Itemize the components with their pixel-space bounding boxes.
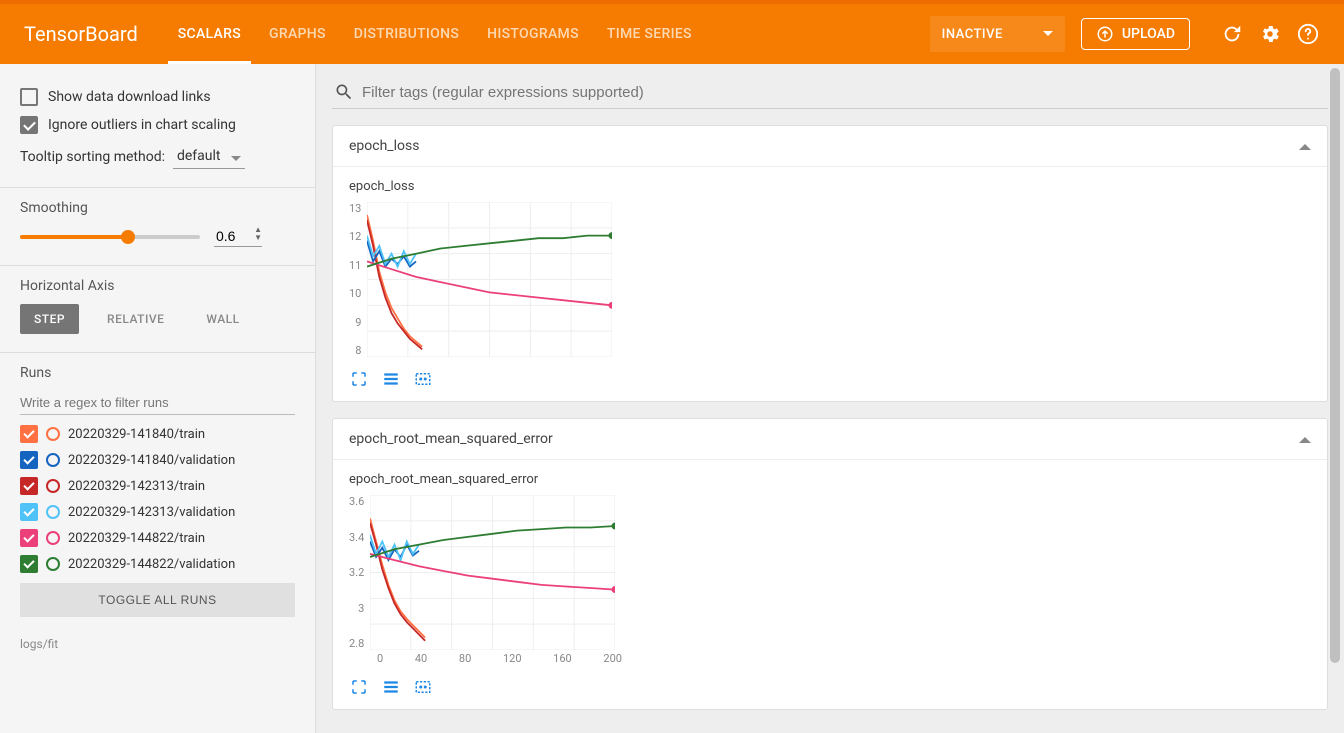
sidebar: Show data download links Ignore outliers… xyxy=(0,64,316,733)
run-row[interactable]: 20220329-144822/validation xyxy=(20,551,295,577)
card-actions xyxy=(333,365,1327,401)
chart-title: epoch_loss xyxy=(349,179,1311,194)
show-download-links-checkbox[interactable]: Show data download links xyxy=(20,88,295,106)
run-color-swatch xyxy=(46,531,60,545)
run-row[interactable]: 20220329-141840/train xyxy=(20,421,295,447)
run-color-swatch xyxy=(46,479,60,493)
run-name: 20220329-142313/train xyxy=(68,479,205,494)
run-row[interactable]: 20220329-141840/validation xyxy=(20,447,295,473)
chart-title: epoch_root_mean_squared_error xyxy=(349,472,1311,487)
chart-svg xyxy=(367,202,612,357)
run-color-swatch xyxy=(46,505,60,519)
run-name: 20220329-142313/validation xyxy=(68,505,235,520)
smoothing-label: Smoothing xyxy=(20,200,295,216)
run-row[interactable]: 20220329-142313/validation xyxy=(20,499,295,525)
fullscreen-button[interactable] xyxy=(349,369,369,389)
runs-filter-input[interactable] xyxy=(20,391,295,415)
run-name: 20220329-144822/validation xyxy=(68,557,235,572)
chart-plot[interactable] xyxy=(367,202,612,357)
card-header[interactable]: epoch_loss xyxy=(333,126,1327,167)
run-name: 20220329-141840/train xyxy=(68,427,205,442)
horizontal-axis-group: STEP RELATIVE WALL xyxy=(20,304,295,334)
run-name: 20220329-144822/train xyxy=(68,531,205,546)
toggle-all-runs-button[interactable]: TOGGLE ALL RUNS xyxy=(20,583,295,617)
toggle-y-axis-button[interactable] xyxy=(381,677,401,697)
logdir-label: logs/fit xyxy=(0,631,315,657)
chevron-up-icon xyxy=(1299,138,1311,150)
y-axis-labels: 3.63.43.232.8 xyxy=(349,495,364,650)
tab-histograms[interactable]: HISTOGRAMS xyxy=(487,4,579,64)
run-checkbox[interactable] xyxy=(20,555,38,573)
scalar-card: epoch_loss epoch_loss 1312111098 xyxy=(332,125,1328,402)
scrollbar[interactable] xyxy=(1328,68,1342,729)
tooltip-sort-label: Tooltip sorting method: xyxy=(20,149,165,165)
slider-fill xyxy=(20,235,128,239)
status-dropdown[interactable]: INACTIVE xyxy=(930,16,1065,52)
haxis-step-button[interactable]: STEP xyxy=(20,304,79,334)
scrollbar-thumb[interactable] xyxy=(1330,68,1340,663)
card-title: epoch_loss xyxy=(349,138,419,154)
checkbox-icon xyxy=(20,88,38,106)
chart-plot[interactable] xyxy=(370,495,615,650)
run-row[interactable]: 20220329-142313/train xyxy=(20,473,295,499)
horizontal-axis-label: Horizontal Axis xyxy=(20,278,295,294)
run-checkbox[interactable] xyxy=(20,529,38,547)
card-header[interactable]: epoch_root_mean_squared_error xyxy=(333,419,1327,460)
y-axis-labels: 1312111098 xyxy=(349,202,361,357)
run-checkbox[interactable] xyxy=(20,451,38,469)
top-bar: TensorBoard SCALARS GRAPHS DISTRIBUTIONS HI… xyxy=(0,0,1344,64)
refresh-button[interactable] xyxy=(1220,22,1244,46)
step-down-icon[interactable]: ▼ xyxy=(254,234,262,242)
fullscreen-button[interactable] xyxy=(349,677,369,697)
run-color-swatch xyxy=(46,427,60,441)
upload-button[interactable]: UPLOAD xyxy=(1081,18,1190,50)
tab-graphs[interactable]: GRAPHS xyxy=(269,4,326,64)
upload-button-label: UPLOAD xyxy=(1122,26,1175,42)
tab-time-series[interactable]: TIME SERIES xyxy=(607,4,692,64)
run-color-swatch xyxy=(46,557,60,571)
chevron-down-icon xyxy=(1043,31,1053,41)
nav-tabs: SCALARS GRAPHS DISTRIBUTIONS HISTOGRAMS TIME… xyxy=(178,4,692,64)
app-logo: TensorBoard xyxy=(24,22,138,46)
ignore-outliers-checkbox[interactable]: Ignore outliers in chart scaling xyxy=(20,116,295,134)
x-axis-labels: 04080120160200 xyxy=(349,652,622,665)
help-button[interactable] xyxy=(1296,22,1320,46)
status-dropdown-label: INACTIVE xyxy=(942,27,1003,42)
run-checkbox[interactable] xyxy=(20,425,38,443)
search-icon xyxy=(334,82,354,102)
upload-icon xyxy=(1096,25,1114,43)
scalar-card: epoch_root_mean_squared_error epoch_root… xyxy=(332,418,1328,710)
checkbox-label: Ignore outliers in chart scaling xyxy=(48,117,236,133)
checkbox-icon xyxy=(20,116,38,134)
tab-distributions[interactable]: DISTRIBUTIONS xyxy=(354,4,459,64)
tag-filter-row xyxy=(332,76,1328,109)
card-title: epoch_root_mean_squared_error xyxy=(349,431,553,447)
haxis-wall-button[interactable]: WALL xyxy=(192,304,253,334)
main-panel: epoch_loss epoch_loss 1312111098 epoch_r… xyxy=(316,64,1344,733)
tag-filter-input[interactable] xyxy=(362,84,1326,101)
checkbox-label: Show data download links xyxy=(48,89,211,105)
settings-button[interactable] xyxy=(1258,22,1282,46)
smoothing-slider[interactable] xyxy=(20,235,200,239)
run-row[interactable]: 20220329-144822/train xyxy=(20,525,295,551)
haxis-relative-button[interactable]: RELATIVE xyxy=(93,304,178,334)
tab-scalars[interactable]: SCALARS xyxy=(178,4,241,64)
runs-list: 20220329-141840/train 20220329-141840/va… xyxy=(20,421,295,577)
run-checkbox[interactable] xyxy=(20,477,38,495)
run-color-swatch xyxy=(46,453,60,467)
toggle-y-axis-button[interactable] xyxy=(381,369,401,389)
chevron-up-icon xyxy=(1299,431,1311,443)
chart-svg xyxy=(370,495,615,650)
run-checkbox[interactable] xyxy=(20,503,38,521)
runs-label: Runs xyxy=(20,365,295,381)
slider-thumb[interactable] xyxy=(121,230,135,244)
run-name: 20220329-141840/validation xyxy=(68,453,235,468)
tooltip-sort-select[interactable]: default xyxy=(173,144,245,169)
card-actions xyxy=(333,673,1327,709)
fit-domain-button[interactable] xyxy=(413,369,433,389)
fit-domain-button[interactable] xyxy=(413,677,433,697)
